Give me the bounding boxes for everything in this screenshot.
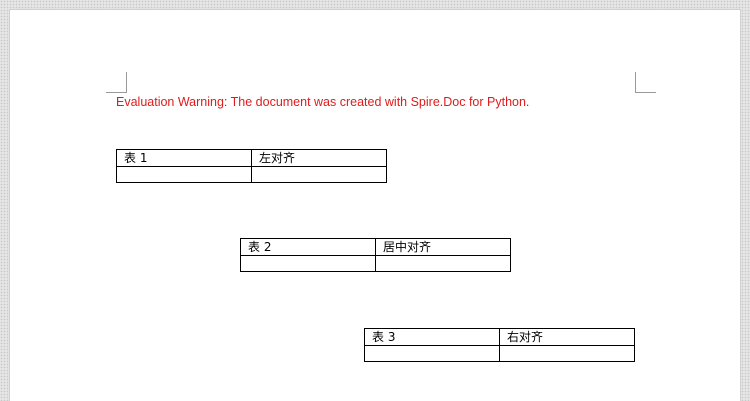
table-cell[interactable]	[499, 345, 635, 362]
table-left-aligned: 表 1 左对齐	[116, 149, 387, 183]
evaluation-warning-text: Evaluation Warning: The document was cre…	[116, 95, 530, 109]
document-page: Evaluation Warning: The document was cre…	[9, 9, 741, 401]
margin-corner-top-right	[635, 72, 656, 93]
table-cell[interactable]	[251, 166, 387, 183]
table-center-aligned: 表 2 居中对齐	[240, 238, 511, 272]
table-cell[interactable]	[240, 255, 376, 272]
table-cell[interactable]: 表 3	[364, 328, 500, 346]
table-cell[interactable]: 居中对齐	[375, 238, 511, 256]
table-row: 表 1 左对齐	[116, 149, 387, 167]
table-row: 表 2 居中对齐	[240, 238, 511, 256]
table-row	[364, 345, 635, 362]
margin-corner-top-left	[106, 72, 127, 93]
table-cell[interactable]: 表 2	[240, 238, 376, 256]
table-row: 表 3 右对齐	[364, 328, 635, 346]
table-cell[interactable]	[375, 255, 511, 272]
table-row	[240, 255, 511, 272]
table-row	[116, 166, 387, 183]
table-cell[interactable]	[116, 166, 252, 183]
table-cell[interactable]	[364, 345, 500, 362]
table-cell[interactable]: 表 1	[116, 149, 252, 167]
table-right-aligned: 表 3 右对齐	[364, 328, 635, 362]
table-cell[interactable]: 右对齐	[499, 328, 635, 346]
table-cell[interactable]: 左对齐	[251, 149, 387, 167]
